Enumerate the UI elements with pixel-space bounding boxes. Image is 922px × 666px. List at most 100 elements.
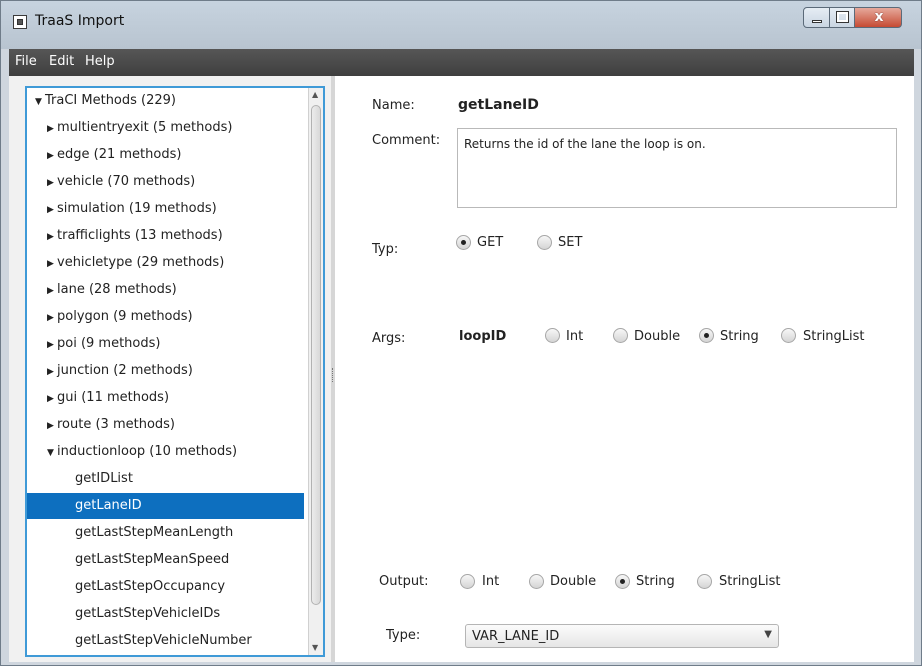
tree-method-label: getLastStepVehicleIDs	[75, 606, 221, 621]
arg-stringlist-label: StringList	[803, 329, 865, 344]
collapsed-arrow-icon[interactable]: ▶	[47, 224, 57, 250]
output-double-radio[interactable]	[529, 574, 544, 589]
menu-edit[interactable]: Edit	[49, 54, 74, 69]
comment-text: Returns the id of the lane the loop is o…	[464, 137, 706, 151]
arg-string-label: String	[720, 329, 759, 344]
tree-root[interactable]: ▼ TraCI Methods (229)	[35, 88, 176, 114]
output-int-label: Int	[482, 574, 500, 589]
tree-group-label: route (3 methods)	[57, 417, 176, 432]
tree-group[interactable]: ▶ trafficlights (13 methods)	[47, 223, 223, 249]
tree-group-label: simulation (19 methods)	[57, 201, 217, 216]
scroll-up-icon[interactable]: ▲	[312, 90, 318, 99]
tree-group-label: gui (11 methods)	[57, 390, 170, 405]
output-label: Output:	[379, 574, 429, 589]
tree-method-label: getLastStepMeanLength	[75, 525, 234, 540]
arg-int-label: Int	[566, 329, 584, 344]
typ-set-label: SET	[558, 235, 583, 250]
tree-group[interactable]: ▶ vehicletype (29 methods)	[47, 250, 224, 276]
tree-group[interactable]: ▶ vehicle (70 methods)	[47, 169, 195, 195]
tree-group-label: trafficlights (13 methods)	[57, 228, 223, 243]
collapsed-arrow-icon[interactable]: ▶	[47, 251, 57, 277]
typ-get-radio[interactable]	[456, 235, 471, 250]
chevron-down-icon: ▼	[764, 629, 772, 640]
collapsed-arrow-icon[interactable]: ▶	[47, 170, 57, 196]
close-button[interactable]: x	[854, 7, 902, 28]
detail-pane: Name: getLaneID Comment: Returns the id …	[335, 76, 914, 662]
tree-group-label: vehicle (70 methods)	[57, 174, 196, 189]
output-int-radio[interactable]	[460, 574, 475, 589]
tree-group[interactable]: ▶ polygon (9 methods)	[47, 304, 193, 330]
tree-method[interactable]: getLastStepVehicleIDs	[27, 601, 220, 627]
menu-help[interactable]: Help	[85, 54, 115, 69]
tree-group-expanded[interactable]: ▼ inductionloop (10 methods)	[47, 439, 237, 465]
tree-method-selected[interactable]: getLaneID	[27, 493, 304, 519]
name-value: getLaneID	[458, 97, 539, 113]
collapsed-arrow-icon[interactable]: ▶	[47, 143, 57, 169]
collapsed-arrow-icon[interactable]: ▶	[47, 305, 57, 331]
args-label: Args:	[372, 331, 406, 346]
tree-method[interactable]: getLastStepOccupancy	[27, 574, 225, 600]
tree-method-label: getIDList	[75, 471, 133, 486]
collapsed-arrow-icon[interactable]: ▶	[47, 278, 57, 304]
type-select-value: VAR_LANE_ID	[472, 629, 560, 644]
tree-method-label: getLastStepMeanSpeed	[75, 552, 230, 567]
arg-stringlist-radio[interactable]	[781, 328, 796, 343]
collapsed-arrow-icon[interactable]: ▶	[47, 332, 57, 358]
output-stringlist-radio[interactable]	[697, 574, 712, 589]
tree-group[interactable]: ▶ lane (28 methods)	[47, 277, 177, 303]
comment-textarea[interactable]: Returns the id of the lane the loop is o…	[457, 128, 897, 208]
tree-scrollbar[interactable]: ▲ ▼	[308, 88, 323, 655]
tree-group-label: lane (28 methods)	[57, 282, 177, 297]
name-label: Name:	[372, 98, 415, 113]
arg-double-label: Double	[634, 329, 681, 344]
arg-name: loopID	[459, 329, 507, 344]
minimize-button[interactable]	[803, 7, 830, 28]
tree-method-label: getLaneID	[75, 498, 142, 513]
collapsed-arrow-icon[interactable]: ▶	[47, 386, 57, 412]
tree-group-label: vehicletype (29 methods)	[57, 255, 225, 270]
tree-method[interactable]: getLastStepMeanLength	[27, 520, 233, 546]
tree-group[interactable]: ▶ multientryexit (5 methods)	[47, 115, 232, 141]
arg-string-radio[interactable]	[699, 328, 714, 343]
tree-group-label: polygon (9 methods)	[57, 309, 193, 324]
tree-group[interactable]: ▶ simulation (19 methods)	[47, 196, 217, 222]
tree-method[interactable]: getLastStepVehicleNumber	[27, 628, 252, 654]
output-double-label: Double	[550, 574, 597, 589]
tree-group[interactable]: ▶ junction (2 methods)	[47, 358, 193, 384]
tree-group-label: multientryexit (5 methods)	[57, 120, 233, 135]
tree-group-label: edge (21 methods)	[57, 147, 182, 162]
tree-group[interactable]: ▶ edge (21 methods)	[47, 142, 181, 168]
expanded-arrow-icon[interactable]: ▼	[47, 440, 57, 466]
title-bar[interactable]: TraaS Import x	[1, 1, 921, 49]
arg-double-radio[interactable]	[613, 328, 628, 343]
typ-get-label: GET	[477, 235, 504, 250]
maximize-button[interactable]	[829, 7, 855, 28]
app-icon	[13, 15, 27, 29]
collapsed-arrow-icon[interactable]: ▶	[47, 359, 57, 385]
scrollbar-thumb[interactable]	[311, 105, 321, 605]
arg-int-radio[interactable]	[545, 328, 560, 343]
minimize-icon	[812, 20, 822, 23]
expanded-arrow-icon[interactable]: ▼	[35, 89, 45, 115]
collapsed-arrow-icon[interactable]: ▶	[47, 413, 57, 439]
methods-tree[interactable]: ▼ TraCI Methods (229) ▶ multientryexit (5 …	[25, 86, 325, 657]
type-label: Type:	[386, 628, 421, 643]
collapsed-arrow-icon[interactable]: ▶	[47, 116, 57, 142]
tree-group[interactable]: ▶ gui (11 methods)	[47, 385, 169, 411]
output-string-radio[interactable]	[615, 574, 630, 589]
maximize-icon	[836, 11, 849, 23]
tree-method-label: getLastStepVehicleNumber	[75, 633, 252, 648]
menu-file[interactable]: File	[15, 54, 37, 69]
type-select[interactable]: VAR_LANE_ID ▼	[465, 624, 779, 648]
tree-method[interactable]: getLastStepMeanSpeed	[27, 547, 229, 573]
tree-group-label: inductionloop (10 methods)	[57, 444, 238, 459]
tree-method[interactable]: getIDList	[27, 466, 133, 492]
comment-label: Comment:	[372, 133, 441, 148]
tree-method-label: getLastStepOccupancy	[75, 579, 226, 594]
scroll-down-icon[interactable]: ▼	[312, 643, 318, 652]
tree-group[interactable]: ▶ poi (9 methods)	[47, 331, 160, 357]
typ-set-radio[interactable]	[537, 235, 552, 250]
tree-group-label: junction (2 methods)	[57, 363, 193, 378]
tree-group[interactable]: ▶ route (3 methods)	[47, 412, 175, 438]
collapsed-arrow-icon[interactable]: ▶	[47, 197, 57, 223]
